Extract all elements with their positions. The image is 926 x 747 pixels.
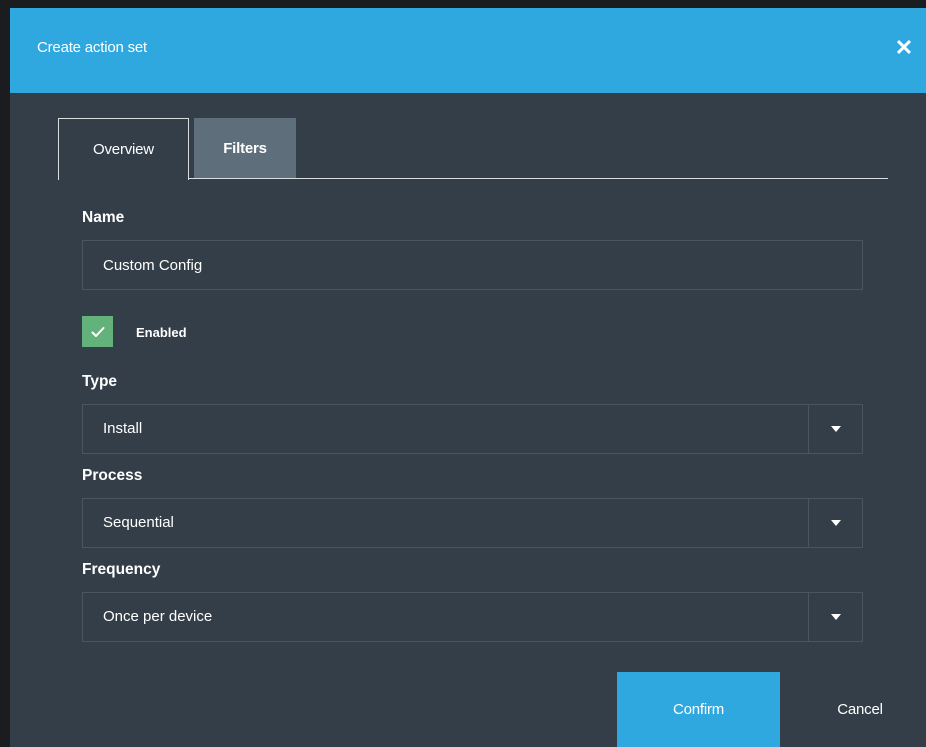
backdrop-left [0,0,10,747]
name-label: Name [82,209,125,226]
dialog-header: Create action set ✕ [10,8,926,93]
checkmark-icon [91,326,104,337]
type-select[interactable]: Install [82,404,863,454]
caret-down-icon [830,520,841,526]
backdrop [0,0,926,8]
type-dropdown-toggle[interactable] [808,405,862,453]
tab-overview[interactable]: Overview [58,118,189,180]
process-label: Process [82,467,143,484]
frequency-value: Once per device [103,608,213,625]
enabled-checkbox[interactable] [82,316,113,347]
caret-down-icon [830,614,841,620]
type-value: Install [103,420,143,437]
create-action-set-dialog: Create action set ✕ Overview Filters Nam… [10,8,926,747]
confirm-button[interactable]: Confirm [617,672,780,747]
process-dropdown-toggle[interactable] [808,499,862,547]
caret-down-icon [830,426,841,432]
dialog-title: Create action set [37,39,147,56]
process-select[interactable]: Sequential [82,498,863,548]
frequency-select[interactable]: Once per device [82,592,863,642]
close-icon[interactable]: ✕ [894,37,914,59]
process-value: Sequential [103,514,174,531]
name-input[interactable] [82,240,863,290]
tab-filters[interactable]: Filters [194,118,296,178]
type-label: Type [82,373,118,390]
frequency-dropdown-toggle[interactable] [808,593,862,641]
enabled-label: Enabled [136,325,187,340]
frequency-label: Frequency [82,561,161,578]
cancel-button[interactable]: Cancel [810,672,910,747]
